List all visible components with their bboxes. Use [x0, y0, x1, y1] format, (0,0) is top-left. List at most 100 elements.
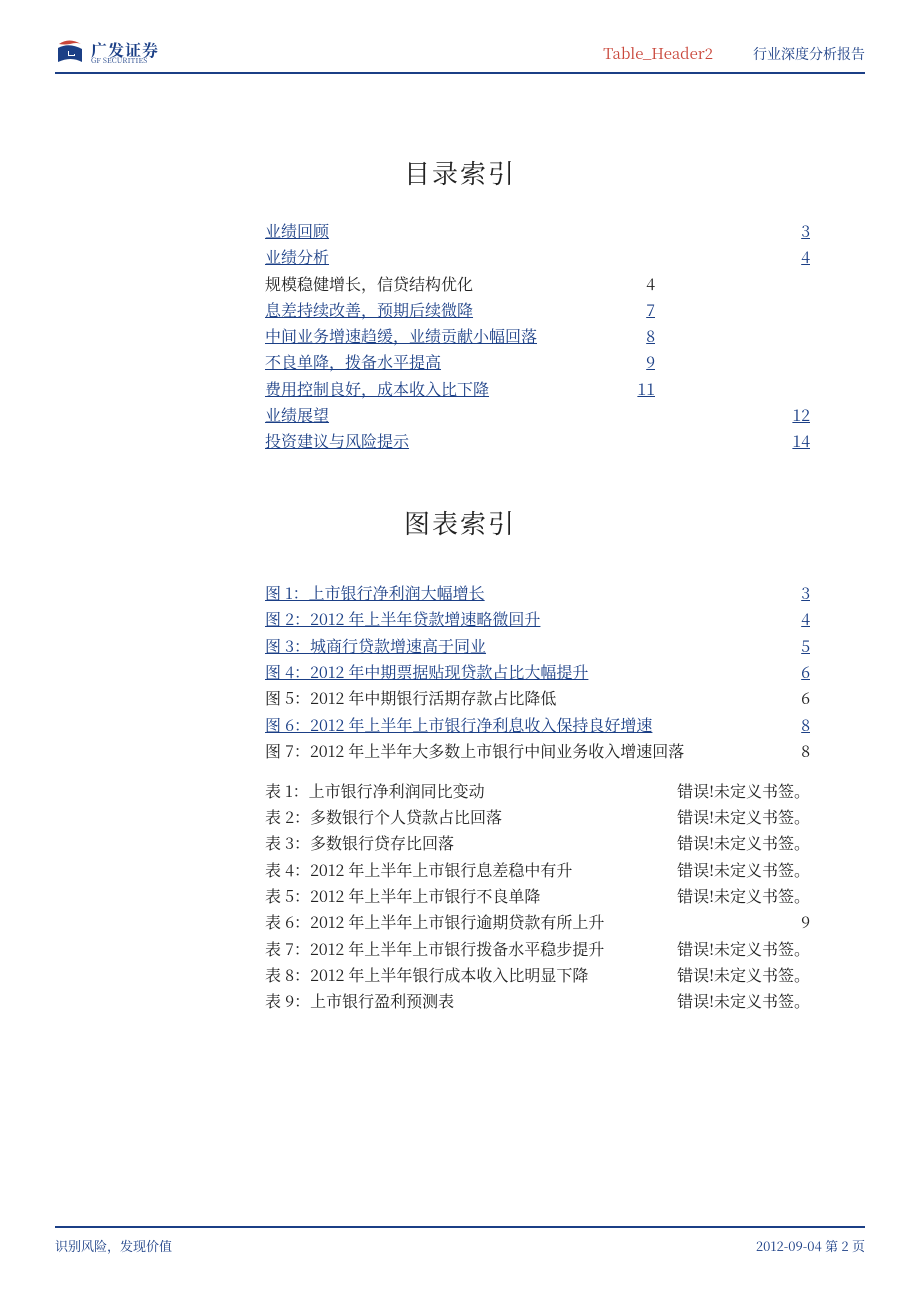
toc-row: 表 4：2012 年上半年上市银行息差稳中有升 错误!未定义书签。 [265, 858, 810, 883]
toc-dots [537, 326, 642, 342]
toc-label: 表 2：多数银行个人贷款占比回落 [265, 805, 502, 830]
toc-page: 9 [797, 910, 810, 935]
toc-label[interactable]: 业绩回顾 [265, 219, 329, 244]
toc-row[interactable]: 图 2：2012 年上半年贷款增速略微回升 4 [265, 607, 810, 632]
toc-page[interactable]: 14 [788, 429, 810, 454]
toc-row[interactable]: 业绩分析 4 [265, 245, 810, 270]
toc-label: 图 5：2012 年中期银行活期存款占比降低 [265, 686, 556, 711]
toc-page[interactable]: 12 [788, 403, 810, 428]
toc-label: 表 7：2012 年上半年上市银行拨备水平稳步提升 [265, 937, 604, 962]
toc-page[interactable]: 4 [797, 245, 810, 270]
page-root: 广发证券 GF SECURITIES Table_Header2 行业深度分析报… [0, 0, 920, 1301]
toc-dots [485, 781, 673, 797]
toc-row[interactable]: 不良单降，拨备水平提高 9 [265, 350, 655, 375]
toc-label[interactable]: 中间业务增速趋缓，业绩贡献小幅回落 [265, 324, 537, 349]
toc-title: 目录索引 [55, 154, 865, 191]
toc-row: 表 1：上市银行净利润同比变动错误!未定义书签。 [265, 779, 810, 804]
toc-page: 错误!未定义书签。 [673, 989, 810, 1014]
toc-row[interactable]: 投资建议与风险提示 14 [265, 429, 810, 454]
toc-page[interactable]: 7 [642, 298, 655, 323]
toc-row[interactable]: 图 4：2012 年中期票据贴现贷款占比大幅提升 6 [265, 660, 810, 685]
toc-label[interactable]: 图 4：2012 年中期票据贴现贷款占比大幅提升 [265, 660, 588, 685]
toc-dots [329, 221, 797, 237]
figures-list: 图 1：上市银行净利润大幅增长3图 2：2012 年上半年贷款增速略微回升4图 … [55, 581, 865, 764]
toc-label[interactable]: 图 1：上市银行净利润大幅增长 [265, 581, 485, 606]
toc-tail: 业绩展望 12 投资建议与风险提示 14 [55, 403, 865, 454]
toc-row[interactable]: 业绩回顾 3 [265, 219, 810, 244]
toc-dots [540, 609, 797, 625]
toc-label[interactable]: 图 6：2012 年上半年上市银行净利息收入保持良好增速 [265, 713, 652, 738]
content: 目录索引 业绩回顾 3 业绩分析 4 规模稳健增长，信贷结构优化 4 息差持续改善，预期后… [55, 154, 865, 1014]
toc-main: 业绩回顾 3 业绩分析 4 [55, 219, 865, 270]
toc-label[interactable]: 投资建议与风险提示 [265, 429, 409, 454]
figures-title: 图表索引 [55, 504, 865, 541]
toc-row[interactable]: 图 3：城商行贷款增速高于同业 5 [265, 634, 810, 659]
toc-dots [473, 300, 642, 316]
toc-row: 表 6：2012 年上半年上市银行逾期贷款有所上升 9 [265, 910, 810, 935]
toc-label: 表 6：2012 年上半年上市银行逾期贷款有所上升 [265, 910, 604, 935]
toc-page[interactable]: 6 [797, 660, 810, 685]
toc-label: 规模稳健增长，信贷结构优化 [265, 272, 473, 297]
toc-label[interactable]: 业绩分析 [265, 245, 329, 270]
toc-page: 6 [797, 686, 810, 711]
toc-page[interactable]: 3 [797, 219, 810, 244]
company-logo: 广发证券 GF SECURITIES [55, 40, 159, 66]
toc-page: 错误!未定义书签。 [673, 937, 810, 962]
toc-page[interactable]: 11 [633, 377, 655, 402]
header-category: 行业深度分析报告 [753, 44, 865, 64]
toc-dots [588, 965, 673, 981]
toc-label[interactable]: 费用控制良好，成本收入比下降 [265, 377, 489, 402]
footer-right: 2012-09-04 第 2 页 [756, 1236, 865, 1255]
toc-row[interactable]: 业绩展望 12 [265, 403, 810, 428]
toc-page[interactable]: 8 [642, 324, 655, 349]
toc-row[interactable]: 息差持续改善，预期后续微降 7 [265, 298, 655, 323]
toc-row: 表 7：2012 年上半年上市银行拨备水平稳步提升 错误!未定义书签。 [265, 937, 810, 962]
toc-page[interactable]: 4 [797, 607, 810, 632]
toc-page[interactable]: 8 [797, 713, 810, 738]
toc-page[interactable]: 5 [797, 634, 810, 659]
toc-dots [473, 274, 642, 290]
toc-page[interactable]: 9 [642, 350, 655, 375]
toc-label[interactable]: 息差持续改善，预期后续微降 [265, 298, 473, 323]
toc-row: 表 3：多数银行贷存比回落错误!未定义书签。 [265, 831, 810, 856]
header-right: Table_Header2 行业深度分析报告 [603, 43, 865, 64]
toc-label[interactable]: 图 3：城商行贷款增速高于同业 [265, 634, 486, 659]
toc-row: 表 5：2012 年上半年上市银行不良单降 错误!未定义书签。 [265, 884, 810, 909]
toc-row: 表 2：多数银行个人贷款占比回落错误!未定义书签。 [265, 805, 810, 830]
toc-page: 错误!未定义书签。 [673, 858, 810, 883]
toc-label: 表 5：2012 年上半年上市银行不良单降 [265, 884, 540, 909]
toc-label[interactable]: 业绩展望 [265, 403, 329, 428]
toc-dots [540, 886, 673, 902]
toc-row: 表 9：上市银行盈利预测表 错误!未定义书签。 [265, 989, 810, 1014]
toc-row: 图 5：2012 年中期银行活期存款占比降低 6 [265, 686, 810, 711]
toc-page: 8 [797, 739, 810, 764]
toc-page[interactable]: 3 [797, 581, 810, 606]
toc-label: 表 4：2012 年上半年上市银行息差稳中有升 [265, 858, 572, 883]
toc-label: 表 9：上市银行盈利预测表 [265, 989, 454, 1014]
logo-text: 广发证券 GF SECURITIES [91, 42, 159, 65]
toc-label[interactable]: 不良单降，拨备水平提高 [265, 350, 441, 375]
toc-page: 错误!未定义书签。 [673, 963, 810, 988]
toc-dots [454, 833, 673, 849]
toc-dots [588, 662, 797, 678]
toc-page: 错误!未定义书签。 [673, 884, 810, 909]
header-table-tag: Table_Header2 [603, 43, 713, 64]
toc-label: 表 1：上市银行净利润同比变动 [265, 779, 485, 804]
toc-label[interactable]: 图 2：2012 年上半年贷款增速略微回升 [265, 607, 540, 632]
logo-mark-icon [55, 40, 85, 66]
toc-dots [502, 807, 673, 823]
toc-page: 错误!未定义书签。 [673, 831, 810, 856]
toc-row[interactable]: 图 6：2012 年上半年上市银行净利息收入保持良好增速 8 [265, 713, 810, 738]
toc-dots [652, 715, 797, 731]
toc-dots [556, 688, 797, 704]
toc-row[interactable]: 图 1：上市银行净利润大幅增长 3 [265, 581, 810, 606]
toc-row[interactable]: 费用控制良好，成本收入比下降 11 [265, 377, 655, 402]
toc-dots [485, 583, 798, 599]
toc-dots [604, 939, 673, 955]
header-bar: 广发证券 GF SECURITIES Table_Header2 行业深度分析报… [55, 40, 865, 74]
toc-dots [409, 431, 788, 447]
toc-dots [604, 912, 797, 928]
toc-dots [329, 405, 788, 421]
toc-row[interactable]: 中间业务增速趋缓，业绩贡献小幅回落 8 [265, 324, 655, 349]
toc-dots [329, 247, 797, 263]
